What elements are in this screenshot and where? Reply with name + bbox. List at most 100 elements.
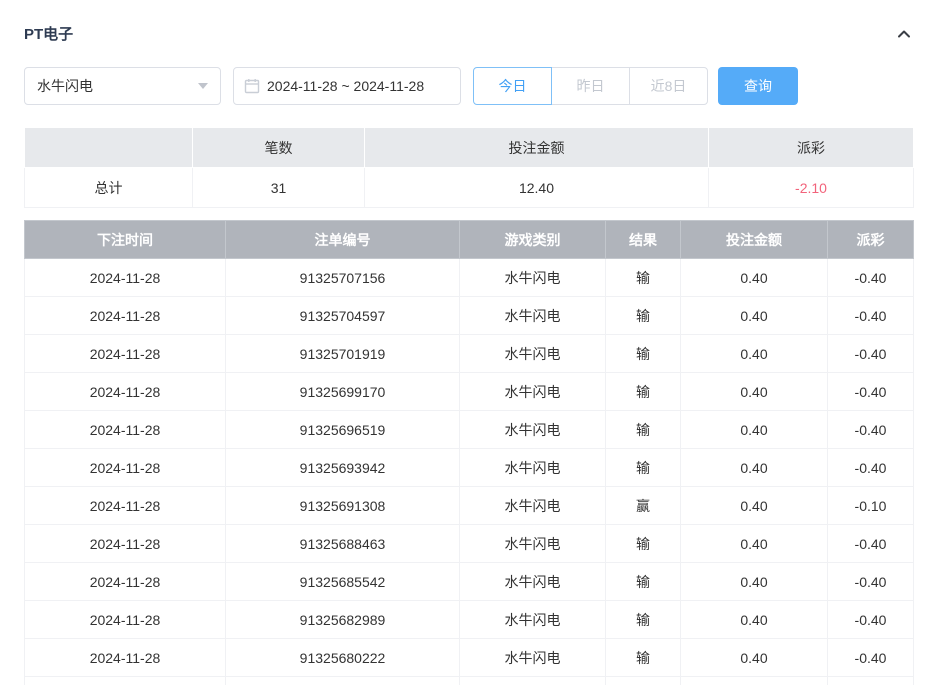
bet-time-cell: 2024-11-28 — [25, 677, 226, 685]
bet-amount-cell — [681, 677, 828, 685]
order-id-cell: 91325693942 — [226, 449, 460, 487]
table-row: 2024-11-28 91325682989 水牛闪电 输 0.40 -0.40 — [25, 601, 914, 639]
payout-cell: -0.40 — [828, 563, 914, 601]
table-row: 2024-11-28 91325693942 水牛闪电 输 0.40 -0.40 — [25, 449, 914, 487]
game-type-cell: 水牛闪电 — [460, 373, 606, 411]
payout-cell: -0.10 — [828, 487, 914, 525]
summary-total-count: 31 — [193, 168, 365, 208]
bet-time-cell: 2024-11-28 — [25, 259, 226, 297]
game-type-cell: 水牛闪电 — [460, 297, 606, 335]
order-id-cell: 91325682989 — [226, 601, 460, 639]
summary-total-row: 总计 31 12.40 -2.10 — [25, 168, 914, 208]
table-row: 2024-11-28 91325685542 水牛闪电 输 0.40 -0.40 — [25, 563, 914, 601]
date-range-value: 2024-11-28 ~ 2024-11-28 — [267, 78, 424, 94]
payout-cell: -0.40 — [828, 639, 914, 677]
summary-table: 笔数 投注金额 派彩 总计 31 12.40 -2.10 — [24, 127, 914, 208]
header-game-type: 游戏类别 — [460, 221, 606, 259]
result-cell: 输 — [606, 411, 681, 449]
payout-cell: -0.40 — [828, 373, 914, 411]
order-id-cell: 91325680222 — [226, 639, 460, 677]
quick-filter-group: 今日 昨日 近8日 — [473, 67, 708, 105]
table-row: 2024-11-28 91325699170 水牛闪电 输 0.40 -0.40 — [25, 373, 914, 411]
payout-cell: -0.40 — [828, 525, 914, 563]
header-bet-time: 下注时间 — [25, 221, 226, 259]
payout-cell: -0.40 — [828, 335, 914, 373]
table-row: 2024-11-28 91325707156 水牛闪电 输 0.40 -0.40 — [25, 259, 914, 297]
summary-total-bet-amount: 12.40 — [365, 168, 709, 208]
bet-amount-cell: 0.40 — [681, 411, 828, 449]
game-type-cell: 水牛闪电 — [460, 335, 606, 373]
bet-amount-cell: 0.40 — [681, 373, 828, 411]
result-cell: 输 — [606, 563, 681, 601]
filter-bar: 水牛闪电 2024-11-28 ~ 2024-11-28 今日 昨日 近8日 查… — [24, 67, 913, 105]
panel-header: PT电子 — [24, 0, 913, 44]
bet-amount-cell: 0.40 — [681, 563, 828, 601]
order-id-cell: 91325707156 — [226, 259, 460, 297]
bet-time-cell: 2024-11-28 — [25, 297, 226, 335]
header-result: 结果 — [606, 221, 681, 259]
bet-amount-cell: 0.40 — [681, 525, 828, 563]
result-cell: 赢 — [606, 487, 681, 525]
quick-filter-last8days[interactable]: 近8日 — [629, 67, 708, 105]
table-row: 2024-11-28 91325696519 水牛闪电 输 0.40 -0.40 — [25, 411, 914, 449]
bet-amount-cell: 0.40 — [681, 259, 828, 297]
summary-header-bet-amount: 投注金额 — [365, 128, 709, 168]
result-cell: 输 — [606, 297, 681, 335]
game-type-cell: 水牛闪电 — [460, 259, 606, 297]
result-cell: 输 — [606, 601, 681, 639]
order-id-cell: 91325691308 — [226, 487, 460, 525]
bet-amount-cell: 0.40 — [681, 297, 828, 335]
result-cell: 输 — [606, 525, 681, 563]
game-type-cell: 水牛闪电 — [460, 601, 606, 639]
search-button[interactable]: 查询 — [718, 67, 798, 105]
bet-amount-cell: 0.40 — [681, 335, 828, 373]
payout-cell — [828, 677, 914, 685]
bet-amount-cell: 0.40 — [681, 487, 828, 525]
summary-header-count: 笔数 — [193, 128, 365, 168]
bet-time-cell: 2024-11-28 — [25, 639, 226, 677]
game-select-value: 水牛闪电 — [37, 76, 93, 96]
order-id-cell: 91325699170 — [226, 373, 460, 411]
game-select[interactable]: 水牛闪电 — [24, 67, 221, 105]
game-type-cell: 水牛闪电 — [460, 411, 606, 449]
summary-header-empty — [25, 128, 193, 168]
calendar-icon — [244, 78, 260, 94]
summary-header-row: 笔数 投注金额 派彩 — [25, 128, 914, 168]
summary-total-payout: -2.10 — [709, 168, 914, 208]
order-id-cell: 91325701919 — [226, 335, 460, 373]
header-payout: 派彩 — [828, 221, 914, 259]
bet-time-cell: 2024-11-28 — [25, 525, 226, 563]
game-type-cell: 水牛闪电 — [460, 639, 606, 677]
bet-time-cell: 2024-11-28 — [25, 487, 226, 525]
date-range-input[interactable]: 2024-11-28 ~ 2024-11-28 — [233, 67, 461, 105]
quick-filter-today[interactable]: 今日 — [473, 67, 552, 105]
result-cell: 输 — [606, 259, 681, 297]
bet-time-cell: 2024-11-28 — [25, 563, 226, 601]
table-row: 2024-11-28 91325704597 水牛闪电 输 0.40 -0.40 — [25, 297, 914, 335]
game-type-cell: 水牛闪电 — [460, 525, 606, 563]
summary-total-label: 总计 — [25, 168, 193, 208]
game-type-cell: 水牛闪电 — [460, 487, 606, 525]
bet-time-cell: 2024-11-28 — [25, 335, 226, 373]
payout-cell: -0.40 — [828, 259, 914, 297]
order-id-cell: 91325688463 — [226, 525, 460, 563]
bets-table-body: 2024-11-28 91325707156 水牛闪电 输 0.40 -0.40… — [25, 259, 914, 685]
table-row: 2024-11-28 水牛闪电 输 — [25, 677, 914, 685]
quick-filter-yesterday[interactable]: 昨日 — [551, 67, 630, 105]
order-id-cell — [226, 677, 460, 685]
order-id-cell: 91325696519 — [226, 411, 460, 449]
summary-header-payout: 派彩 — [709, 128, 914, 168]
bet-time-cell: 2024-11-28 — [25, 601, 226, 639]
game-type-cell: 水牛闪电 — [460, 449, 606, 487]
header-order-id: 注单编号 — [226, 221, 460, 259]
result-cell: 输 — [606, 335, 681, 373]
table-row: 2024-11-28 91325701919 水牛闪电 输 0.40 -0.40 — [25, 335, 914, 373]
table-row: 2024-11-28 91325680222 水牛闪电 输 0.40 -0.40 — [25, 639, 914, 677]
result-cell: 输 — [606, 373, 681, 411]
bets-table: 下注时间 注单编号 游戏类别 结果 投注金额 派彩 2024-11-28 913… — [24, 220, 914, 685]
report-panel: PT电子 水牛闪电 2024-11-28 ~ 2024-1 — [0, 0, 937, 685]
collapse-button[interactable] — [895, 25, 913, 43]
bet-amount-cell: 0.40 — [681, 449, 828, 487]
order-id-cell: 91325704597 — [226, 297, 460, 335]
page-title: PT电子 — [24, 23, 73, 44]
